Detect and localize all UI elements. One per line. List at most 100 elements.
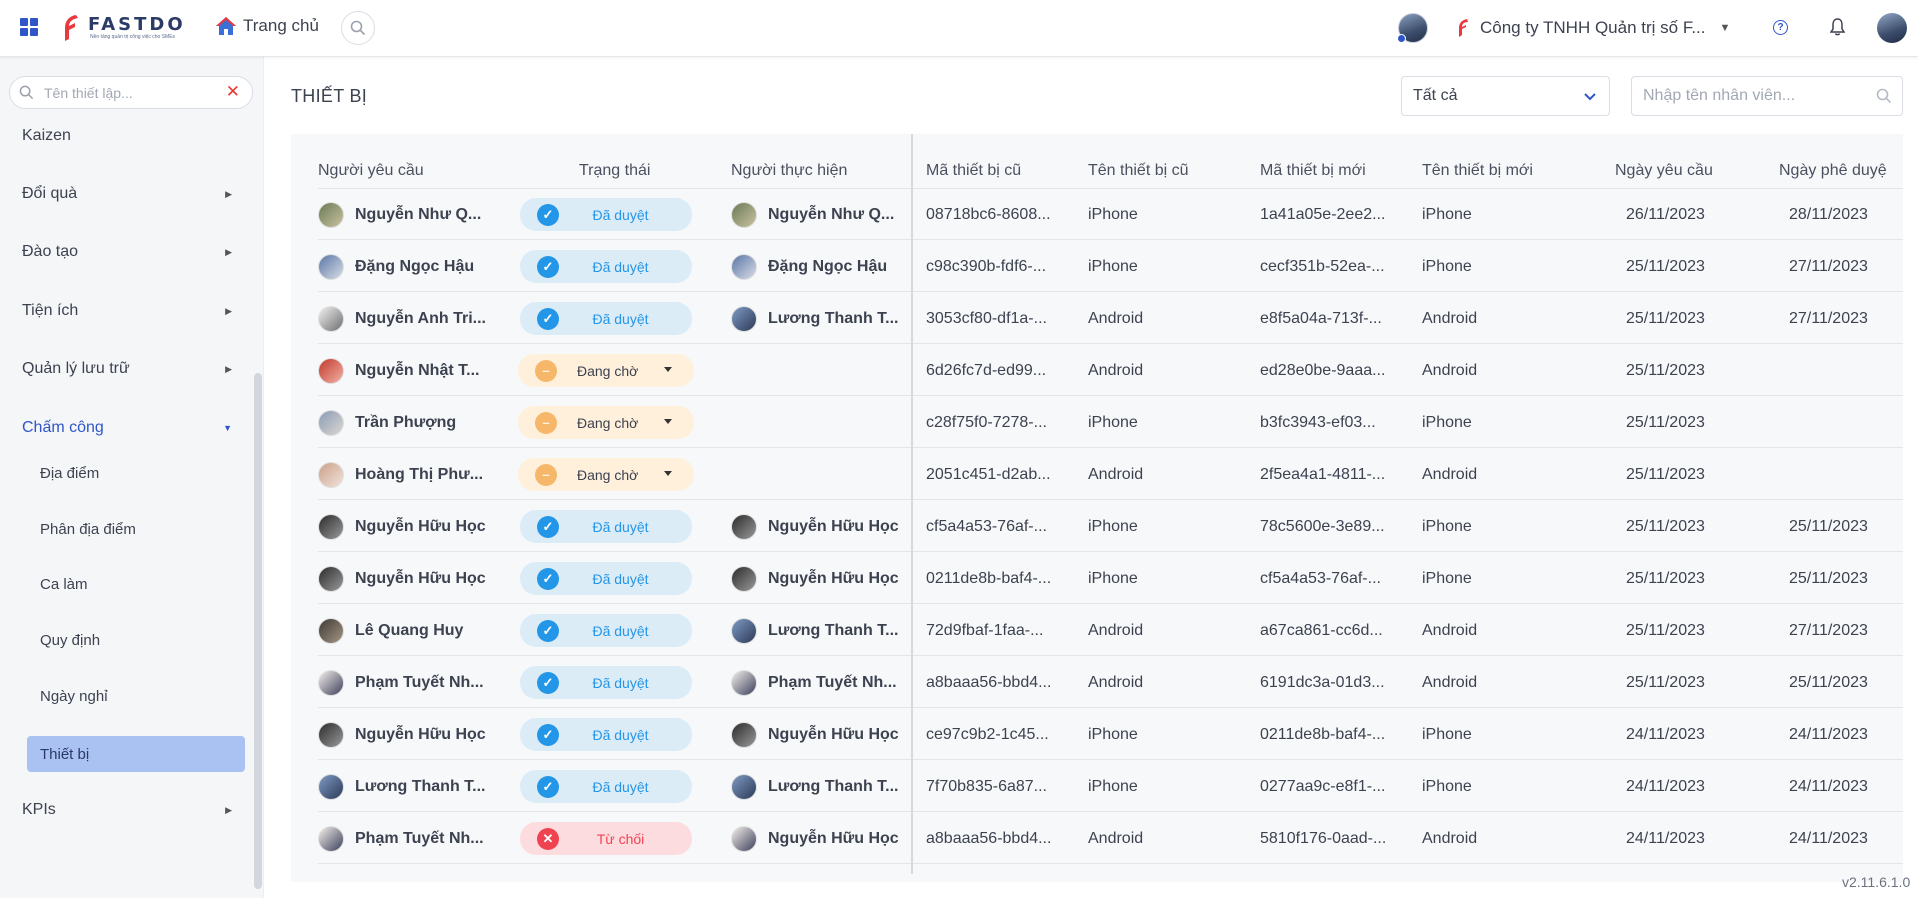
search-icon	[350, 20, 366, 36]
request-date: 26/11/2023	[1626, 205, 1705, 223]
requester-cell: Nguyễn Nhật T...	[318, 345, 518, 396]
new-device-name: Android	[1422, 465, 1478, 483]
status-badge-approved[interactable]: ✓ Đã duyệt	[520, 666, 692, 699]
global-search-button[interactable]	[341, 11, 375, 45]
sidebar-item-dao-tao[interactable]: Đào tạo ▶	[22, 243, 232, 261]
avatar	[731, 617, 757, 644]
request-date: 25/11/2023	[1626, 465, 1705, 483]
table-row[interactable]: Nguyễn Nhật T... – Đang chờ 6d26fc7d-ed99..…	[318, 345, 1903, 396]
table-row[interactable]: Phạm Tuyết Nh... ✓ Đã duyệt Phạm Tuyết Nh..…	[318, 657, 1903, 708]
requester-cell: Trần Phượng	[318, 397, 518, 448]
executor-name: Nguyễn Như Q...	[768, 205, 895, 223]
sidebar-subitem-dia-diem[interactable]: Địa điểm	[40, 465, 99, 482]
sidebar-item-tien-ich[interactable]: Tiện ích ▶	[22, 302, 232, 320]
sidebar-item-label: KPIs	[22, 801, 56, 818]
help-icon[interactable]: ?	[1773, 20, 1788, 35]
sidebar-subitem-quy-dinh[interactable]: Quy định	[40, 632, 100, 649]
old-device-name: Android	[1088, 621, 1144, 639]
status-badge-approved[interactable]: ✓ Đã duyệt	[520, 614, 692, 647]
status-dropdown-pending[interactable]: – Đang chờ	[518, 354, 694, 387]
avatar	[731, 513, 757, 540]
new-device-name: iPhone	[1422, 413, 1472, 431]
avatar	[318, 825, 344, 852]
caret-down-icon	[664, 471, 672, 476]
sidebar-item-kaizen[interactable]: Kaizen	[22, 127, 232, 145]
table-row[interactable]: Phạm Tuyết Nh... ✕ Từ chối Nguyễn Hữu Học a8…	[318, 813, 1903, 864]
status-badge-approved[interactable]: ✓ Đã duyệt	[520, 718, 692, 751]
sidebar: Tên thiết lập... ✕ Kaizen Đổi quà ▶ Đào t…	[0, 57, 264, 898]
status-badge-approved[interactable]: ✓ Đã duyệt	[520, 562, 692, 595]
user-avatar[interactable]	[1877, 13, 1907, 43]
table-row[interactable]: Nguyễn Hữu Học ✓ Đã duyệt Nguyễn Hữu Học 021…	[318, 553, 1903, 604]
search-icon	[1876, 88, 1892, 104]
sidebar-item-cham-cong[interactable]: Chấm công ▼	[22, 419, 232, 437]
sidebar-item-kpis[interactable]: KPIs ▶	[22, 801, 232, 819]
status-dropdown-pending[interactable]: – Đang chờ	[518, 458, 694, 491]
table-row[interactable]: Nguyễn Hữu Học ✓ Đã duyệt Nguyễn Hữu Học ce9…	[318, 709, 1903, 760]
table-row[interactable]: Trần Phượng – Đang chờ c28f75f0-7278-... iPh…	[318, 397, 1903, 448]
clear-search-icon[interactable]: ✕	[226, 82, 240, 102]
logo-text: FASTDO	[88, 13, 186, 35]
executor-cell: Lương Thanh T...	[731, 605, 921, 656]
request-date: 24/11/2023	[1626, 829, 1705, 847]
sidebar-subitem-ca-lam[interactable]: Ca làm	[40, 576, 88, 593]
column-header-old-device-name[interactable]: Tên thiết bị cũ	[1088, 162, 1189, 180]
sidebar-subitem-thiet-bi[interactable]: Thiết bị	[27, 736, 245, 772]
approval-date: 25/11/2023	[1789, 517, 1868, 535]
requester-cell: Nguyễn Anh Tri...	[318, 293, 518, 344]
bell-icon[interactable]	[1830, 18, 1845, 36]
home-link[interactable]: Trang chủ	[215, 16, 319, 36]
status-filter-select[interactable]: Tất cả	[1401, 76, 1610, 116]
chevron-down-icon	[1584, 93, 1596, 101]
sidebar-item-quan-ly-luu-tru[interactable]: Quản lý lưu trữ ▶	[22, 360, 232, 378]
logo-mark-icon	[65, 15, 78, 41]
fastdo-logo[interactable]: FASTDO Nền tảng quản trị công việc cho S…	[60, 12, 186, 44]
check-icon: ✓	[537, 515, 559, 538]
status-badge-approved[interactable]: ✓ Đã duyệt	[520, 770, 692, 803]
column-header-requester[interactable]: Người yêu cầu	[318, 162, 424, 180]
sidebar-item-doi-qua[interactable]: Đổi quà ▶	[22, 185, 232, 203]
old-device-name: iPhone	[1088, 517, 1138, 535]
status-badge-approved[interactable]: ✓ Đã duyệt	[520, 250, 692, 283]
requester-cell: Nguyễn Hữu Học	[318, 709, 518, 760]
request-date: 25/11/2023	[1626, 257, 1705, 275]
company-avatar[interactable]	[1397, 13, 1428, 43]
executor-cell: Đặng Ngọc Hậu	[731, 241, 921, 292]
status-dropdown-pending[interactable]: – Đang chờ	[518, 406, 694, 439]
old-device-name: iPhone	[1088, 569, 1138, 587]
check-icon: ✓	[537, 567, 559, 590]
sidebar-search-input[interactable]: Tên thiết lập... ✕	[9, 76, 253, 109]
table-row[interactable]: Đặng Ngọc Hậu ✓ Đã duyệt Đặng Ngọc Hậu c98c3…	[318, 241, 1903, 292]
table-row[interactable]: Nguyễn Hữu Học ✓ Đã duyệt Nguyễn Hữu Học cf5…	[318, 501, 1903, 552]
sidebar-scrollbar[interactable]	[254, 373, 262, 889]
sidebar-subitem-phan-dia-diem[interactable]: Phân địa điểm	[40, 521, 136, 538]
new-device-id: e8f5a04a-713f-...	[1260, 309, 1382, 327]
avatar	[318, 461, 344, 488]
chevron-right-icon: ▶	[225, 246, 232, 257]
column-header-old-device-id[interactable]: Mã thiết bị cũ	[926, 162, 1021, 180]
column-header-request-date[interactable]: Ngày yêu cầu	[1615, 162, 1713, 180]
column-header-status[interactable]: Trạng thái	[579, 162, 650, 180]
sidebar-subitem-ngay-nghi[interactable]: Ngày nghỉ	[40, 688, 108, 705]
status-badge-approved[interactable]: ✓ Đã duyệt	[520, 198, 692, 231]
requester-name: Trần Phượng	[355, 413, 457, 431]
column-header-new-device-id[interactable]: Mã thiết bị mới	[1260, 162, 1366, 180]
executor-name: Nguyễn Hữu Học	[768, 725, 899, 743]
executor-name: Lương Thanh T...	[768, 777, 899, 795]
company-selector[interactable]: Công ty TNHH Quản trị số F... ▼	[1456, 18, 1730, 38]
status-badge-approved[interactable]: ✓ Đã duyệt	[520, 510, 692, 543]
column-header-new-device-name[interactable]: Tên thiết bị mới	[1422, 162, 1533, 180]
table-row[interactable]: Nguyễn Như Q... ✓ Đã duyệt Nguyễn Như Q... 0…	[318, 189, 1903, 240]
status-label: Đã duyệt	[592, 674, 649, 691]
column-header-approval-date[interactable]: Ngày phê duyệ	[1779, 162, 1887, 180]
table-row[interactable]: Lê Quang Huy ✓ Đã duyệt Lương Thanh T... 72d…	[318, 605, 1903, 656]
employee-search-input[interactable]: Nhập tên nhân viên...	[1631, 76, 1903, 116]
table-row[interactable]: Hoàng Thị Phư... – Đang chờ 2051c451-d2ab..…	[318, 449, 1903, 500]
table-row[interactable]: Nguyễn Anh Tri... ✓ Đã duyệt Lương Thanh T.…	[318, 293, 1903, 344]
table-row[interactable]: Lương Thanh T... ✓ Đã duyệt Lương Thanh T..…	[318, 761, 1903, 812]
status-badge-rejected[interactable]: ✕ Từ chối	[520, 822, 692, 855]
status-badge-approved[interactable]: ✓ Đã duyệt	[520, 302, 692, 335]
approval-date: 24/11/2023	[1789, 829, 1868, 847]
apps-grid-icon[interactable]	[20, 18, 38, 36]
column-header-executor[interactable]: Người thực hiện	[731, 162, 847, 180]
